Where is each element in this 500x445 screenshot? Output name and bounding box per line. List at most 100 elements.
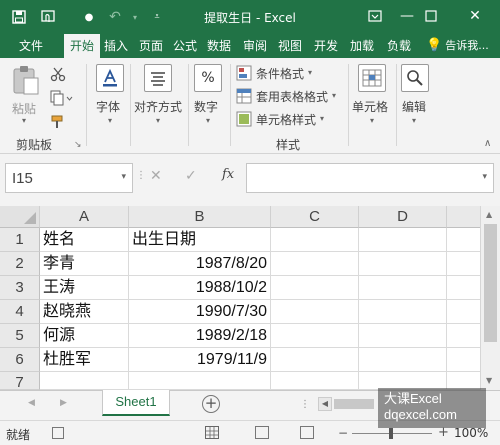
cancel-icon[interactable]: ✕ bbox=[150, 168, 162, 184]
minimize-icon[interactable]: — bbox=[394, 4, 420, 28]
editing-button[interactable]: 编辑 ▾ bbox=[400, 64, 432, 126]
ribbon-options-icon[interactable] bbox=[362, 4, 388, 28]
cell-d1[interactable] bbox=[359, 228, 447, 252]
alignment-button[interactable]: 对齐方式 ▾ bbox=[134, 64, 186, 126]
number-dropdown-icon[interactable]: ▾ bbox=[206, 116, 210, 125]
cell-a6[interactable]: 杜胜军 bbox=[40, 348, 129, 372]
column-header[interactable]: A bbox=[40, 206, 129, 228]
zoom-out-icon[interactable]: − bbox=[338, 426, 348, 440]
cell-e1[interactable] bbox=[447, 228, 480, 252]
cell-e5[interactable] bbox=[447, 324, 480, 348]
cell-c7[interactable] bbox=[271, 372, 359, 390]
tab-review[interactable]: 审阅 bbox=[240, 34, 270, 58]
row-header[interactable]: 7 bbox=[0, 372, 40, 391]
cell-e4[interactable] bbox=[447, 300, 480, 324]
macro-record-icon[interactable] bbox=[52, 427, 64, 439]
tab-home[interactable]: 开始 bbox=[64, 34, 100, 58]
tab-file[interactable]: 文件 bbox=[12, 34, 50, 58]
insert-function-icon[interactable]: fx bbox=[222, 167, 234, 182]
row-header[interactable]: 3 bbox=[0, 276, 40, 300]
clipboard-launcher-icon[interactable]: ↘ bbox=[74, 140, 82, 150]
dot-icon[interactable]: ● bbox=[78, 6, 100, 28]
paste-button[interactable]: 粘贴 ▾ bbox=[10, 64, 42, 125]
cell-d6[interactable] bbox=[359, 348, 447, 372]
vertical-scroll-thumb[interactable] bbox=[484, 224, 497, 342]
cell-c3[interactable] bbox=[271, 276, 359, 300]
copy-icon[interactable] bbox=[50, 90, 76, 108]
add-sheet-icon[interactable]: + bbox=[202, 395, 220, 413]
zoom-slider-thumb[interactable] bbox=[389, 428, 393, 439]
row-header[interactable]: 4 bbox=[0, 300, 40, 324]
column-header[interactable]: C bbox=[271, 206, 359, 228]
number-button[interactable]: % 数字 ▾ bbox=[192, 64, 228, 126]
cell-c2[interactable] bbox=[271, 252, 359, 276]
cell-a2[interactable]: 李青 bbox=[40, 252, 129, 276]
page-break-view-icon[interactable] bbox=[300, 426, 314, 439]
scroll-left-icon[interactable]: ◀ bbox=[318, 397, 332, 411]
alignment-dropdown-icon[interactable]: ▾ bbox=[156, 116, 160, 125]
cell-e6[interactable] bbox=[447, 348, 480, 372]
enter-icon[interactable]: ✓ bbox=[185, 168, 197, 184]
tab-split-icon[interactable]: ⋮ bbox=[300, 399, 310, 410]
horizontal-scroll-thumb[interactable] bbox=[334, 399, 374, 409]
cell-styles-button[interactable]: 单元格样式 ▾ bbox=[234, 110, 344, 128]
close-icon[interactable]: ✕ bbox=[462, 4, 488, 28]
conditional-formatting-button[interactable]: 条件格式 ▾ bbox=[234, 64, 344, 82]
sheet-tab[interactable]: Sheet1 bbox=[102, 390, 170, 416]
tab-view[interactable]: 视图 bbox=[275, 34, 305, 58]
undo-icon[interactable]: ↶ bbox=[104, 6, 126, 28]
format-painter-icon[interactable] bbox=[50, 114, 68, 132]
tab-load-test[interactable]: 负载 bbox=[383, 34, 415, 58]
cell-a1[interactable]: 姓名 bbox=[40, 228, 129, 252]
name-box[interactable]: I15 ▾ bbox=[5, 163, 133, 193]
tab-page-layout[interactable]: 页面 bbox=[135, 34, 167, 58]
tab-formulas[interactable]: 公式 bbox=[170, 34, 200, 58]
tab-addins[interactable]: 加载 bbox=[346, 34, 378, 58]
save-icon[interactable] bbox=[8, 6, 30, 28]
tab-insert[interactable]: 插入 bbox=[101, 34, 131, 58]
row-header[interactable]: 6 bbox=[0, 348, 40, 372]
cell-b4[interactable]: 1990/7/30 bbox=[129, 300, 271, 324]
undo-dropdown-icon[interactable]: ▾ bbox=[124, 6, 146, 28]
cell-b3[interactable]: 1988/10/2 bbox=[129, 276, 271, 300]
column-header[interactable]: B bbox=[129, 206, 271, 228]
cell-c6[interactable] bbox=[271, 348, 359, 372]
cell-a5[interactable]: 何源 bbox=[40, 324, 129, 348]
font-dropdown-icon[interactable]: ▾ bbox=[108, 116, 112, 125]
prev-sheet-icon[interactable]: ◀ bbox=[28, 398, 35, 408]
cell-a3[interactable]: 王涛 bbox=[40, 276, 129, 300]
touch-mode-icon[interactable] bbox=[38, 6, 60, 28]
editing-dropdown-icon[interactable]: ▾ bbox=[412, 116, 416, 125]
collapse-ribbon-icon[interactable]: ∧ bbox=[484, 138, 491, 149]
cell-d2[interactable] bbox=[359, 252, 447, 276]
cell-c1[interactable] bbox=[271, 228, 359, 252]
maximize-icon[interactable] bbox=[418, 4, 444, 28]
formula-input[interactable]: ▾ bbox=[246, 163, 494, 193]
lightbulb-icon[interactable]: 💡 bbox=[426, 34, 440, 58]
font-button[interactable]: 字体 ▾ bbox=[92, 64, 130, 126]
paste-dropdown-icon[interactable]: ▾ bbox=[22, 116, 26, 125]
cell-a7[interactable] bbox=[40, 372, 129, 390]
cell-e2[interactable] bbox=[447, 252, 480, 276]
column-header-partial[interactable] bbox=[447, 206, 480, 228]
cell-b7[interactable] bbox=[129, 372, 271, 390]
tell-me-box[interactable]: 告诉我... bbox=[442, 34, 492, 58]
select-all-corner[interactable] bbox=[0, 206, 40, 228]
cell-c5[interactable] bbox=[271, 324, 359, 348]
vertical-scrollbar[interactable]: ▲ ▼ bbox=[480, 206, 500, 390]
cells-dropdown-icon[interactable]: ▾ bbox=[370, 116, 374, 125]
customize-qat-icon[interactable]: ⩡ bbox=[146, 6, 168, 28]
column-header[interactable]: D bbox=[359, 206, 447, 228]
page-layout-view-icon[interactable] bbox=[255, 426, 269, 439]
cells-button[interactable]: 单元格 ▾ bbox=[352, 64, 392, 126]
scroll-up-icon[interactable]: ▲ bbox=[486, 210, 492, 219]
cell-d5[interactable] bbox=[359, 324, 447, 348]
tab-developer[interactable]: 开发 bbox=[310, 34, 342, 58]
row-header[interactable]: 1 bbox=[0, 228, 40, 252]
cell-b6[interactable]: 1979/11/9 bbox=[129, 348, 271, 372]
row-header[interactable]: 2 bbox=[0, 252, 40, 276]
cell-b1[interactable]: 出生日期 bbox=[129, 228, 271, 252]
cell-b5[interactable]: 1989/2/18 bbox=[129, 324, 271, 348]
tab-data[interactable]: 数据 bbox=[204, 34, 234, 58]
zoom-level[interactable]: 100% bbox=[454, 426, 488, 440]
